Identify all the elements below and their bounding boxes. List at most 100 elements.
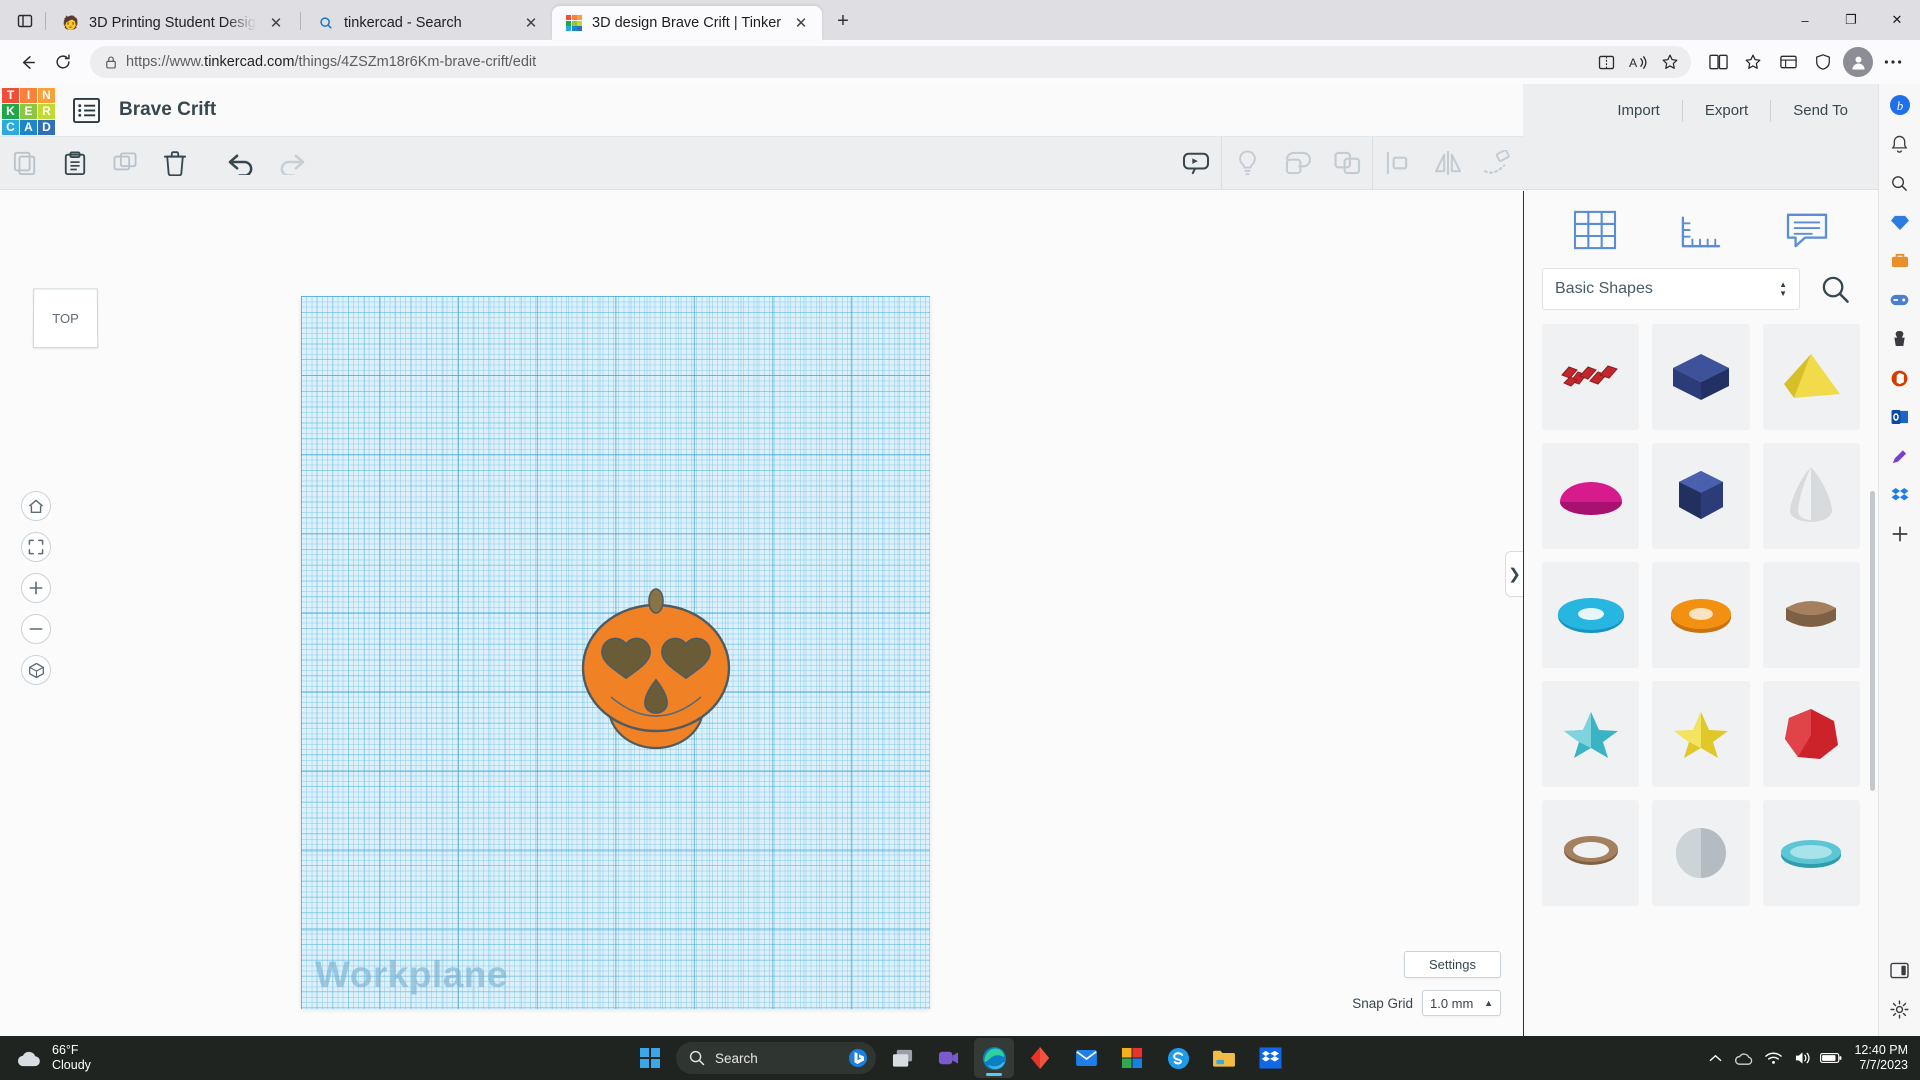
panel-collapse-icon[interactable]: ❯ — [1505, 551, 1523, 597]
shapes-category-dropdown[interactable]: Basic Shapes ▲ ▼ — [1542, 268, 1800, 310]
mail-icon[interactable] — [1066, 1038, 1106, 1078]
delete-icon[interactable] — [150, 137, 200, 190]
shape-item-cone[interactable] — [1762, 443, 1860, 549]
cloud-sync-icon[interactable] — [1733, 1046, 1755, 1070]
shape-item-ring[interactable] — [1542, 800, 1640, 906]
list-menu-icon[interactable] — [71, 95, 101, 125]
shape-item-dish[interactable] — [1762, 800, 1860, 906]
new-tab-button[interactable]: + — [828, 6, 858, 36]
ruler-scatter-icon[interactable] — [1473, 137, 1523, 190]
volume-icon[interactable] — [1791, 1046, 1813, 1070]
battery-icon[interactable] — [1820, 1046, 1842, 1070]
close-window-button[interactable]: ✕ — [1874, 0, 1920, 40]
page-title[interactable]: Brave Crift — [119, 99, 216, 121]
wifi-icon[interactable] — [1762, 1046, 1784, 1070]
redo-icon[interactable] — [266, 137, 316, 190]
chess-icon[interactable] — [1885, 324, 1915, 354]
outlook-icon[interactable] — [1885, 402, 1915, 432]
edge-icon[interactable] — [974, 1038, 1014, 1078]
dropbox-icon[interactable] — [1885, 480, 1915, 510]
windows-start-icon[interactable] — [630, 1038, 670, 1078]
ungroup-icon[interactable] — [1322, 137, 1372, 190]
gem-shopping-icon[interactable] — [1885, 207, 1915, 237]
settings-gear-icon[interactable] — [1885, 994, 1915, 1024]
dropbox-icon[interactable] — [1250, 1038, 1290, 1078]
skype-icon[interactable] — [1158, 1038, 1198, 1078]
light-bulb-icon[interactable] — [1222, 137, 1272, 190]
send-to-button[interactable]: Send To — [1771, 94, 1878, 127]
zoom-in-icon[interactable] — [21, 573, 51, 603]
shape-item-polygon-red[interactable] — [1762, 681, 1860, 787]
workplane-canvas[interactable]: TOP Workplane Settings Snap Grid 1.0 mm … — [0, 191, 1523, 1036]
microsoft-365-icon[interactable] — [1885, 363, 1915, 393]
favorite-star-icon[interactable] — [1655, 47, 1685, 77]
shape-item-hex-cylinder[interactable] — [1652, 443, 1750, 549]
group-icon[interactable] — [1272, 137, 1322, 190]
browser-tab-1[interactable]: 🧑 3D Printing Student Design Chall ✕ — [49, 6, 297, 40]
paste-icon[interactable] — [50, 137, 100, 190]
teams-icon[interactable] — [928, 1038, 968, 1078]
editor-icon[interactable] — [1885, 441, 1915, 471]
ruler-icon[interactable] — [1666, 201, 1736, 259]
browser-tab-2[interactable]: tinkercad - Search ✕ — [304, 6, 552, 40]
refresh-button[interactable] — [46, 45, 80, 79]
copilot-icon[interactable]: b — [1885, 90, 1915, 120]
minimize-button[interactable]: – — [1782, 0, 1828, 40]
bing-chat-icon[interactable] — [848, 1048, 868, 1068]
shape-item-text[interactable] — [1542, 324, 1640, 430]
zoom-out-icon[interactable] — [21, 614, 51, 644]
taskbar-search[interactable]: Search — [676, 1042, 876, 1074]
tab-close-icon[interactable]: ✕ — [520, 12, 542, 34]
read-aloud-icon[interactable]: A — [1623, 47, 1653, 77]
shield-icon[interactable] — [1806, 45, 1840, 79]
settings-button[interactable]: Settings — [1404, 951, 1501, 978]
panel-scrollbar[interactable] — [1870, 491, 1875, 791]
show-hidden-icons-icon[interactable] — [1704, 1046, 1726, 1070]
shape-item-sphere-gray[interactable] — [1652, 800, 1750, 906]
shape-item-tube[interactable] — [1652, 562, 1750, 668]
duplicate-icon[interactable] — [100, 137, 150, 190]
undo-icon[interactable] — [216, 137, 266, 190]
align-icon[interactable] — [1373, 137, 1423, 190]
mirror-icon[interactable] — [1423, 137, 1473, 190]
note-icon[interactable] — [1772, 201, 1842, 259]
search-icon[interactable] — [1810, 268, 1860, 310]
favorites-icon[interactable] — [1736, 45, 1770, 79]
fit-all-icon[interactable] — [21, 532, 51, 562]
view-cube[interactable]: TOP — [32, 288, 99, 349]
weather-widget[interactable]: 66°F Cloudy — [0, 1043, 290, 1073]
import-button[interactable]: Import — [1595, 94, 1682, 127]
ortho-perspective-icon[interactable] — [21, 655, 51, 685]
home-view-icon[interactable] — [21, 491, 51, 521]
tools-icon[interactable] — [1885, 246, 1915, 276]
maximize-button[interactable]: ❐ — [1828, 0, 1874, 40]
snap-grid-select[interactable]: 1.0 mm ▲ — [1422, 990, 1501, 1016]
notifications-bell-icon[interactable] — [1885, 129, 1915, 159]
collections-icon[interactable] — [1771, 45, 1805, 79]
shape-item-half-sphere[interactable] — [1542, 443, 1640, 549]
shape-item-star-teal[interactable] — [1542, 681, 1640, 787]
shape-item-torus[interactable] — [1542, 562, 1640, 668]
settings-more-icon[interactable] — [1876, 45, 1910, 79]
tab-close-icon[interactable]: ✕ — [790, 12, 812, 34]
shape-item-rounded-box[interactable] — [1762, 562, 1860, 668]
tab-close-icon[interactable]: ✕ — [265, 12, 287, 34]
browser-essentials-icon[interactable] — [1701, 45, 1735, 79]
task-view-icon[interactable] — [882, 1038, 922, 1078]
shape-item-box[interactable] — [1652, 324, 1750, 430]
file-explorer-icon[interactable] — [1204, 1038, 1244, 1078]
search-icon[interactable] — [1885, 168, 1915, 198]
back-button[interactable] — [10, 45, 44, 79]
shape-item-pyramid[interactable] — [1762, 324, 1860, 430]
pumpkin-skull-model[interactable] — [568, 576, 731, 751]
shape-item-star-yellow[interactable] — [1652, 681, 1750, 787]
split-view-icon[interactable] — [1885, 955, 1915, 985]
add-icon[interactable] — [1885, 519, 1915, 549]
store-icon[interactable] — [1112, 1038, 1152, 1078]
game-icon[interactable] — [1885, 285, 1915, 315]
split-screen-icon[interactable] — [1591, 47, 1621, 77]
export-button[interactable]: Export — [1683, 94, 1770, 127]
hide-show-icon[interactable] — [1171, 137, 1221, 190]
address-bar[interactable]: https://www.tinkercad.com/things/4ZSZm18… — [90, 46, 1691, 78]
workplane-grid-icon[interactable] — [1560, 201, 1630, 259]
